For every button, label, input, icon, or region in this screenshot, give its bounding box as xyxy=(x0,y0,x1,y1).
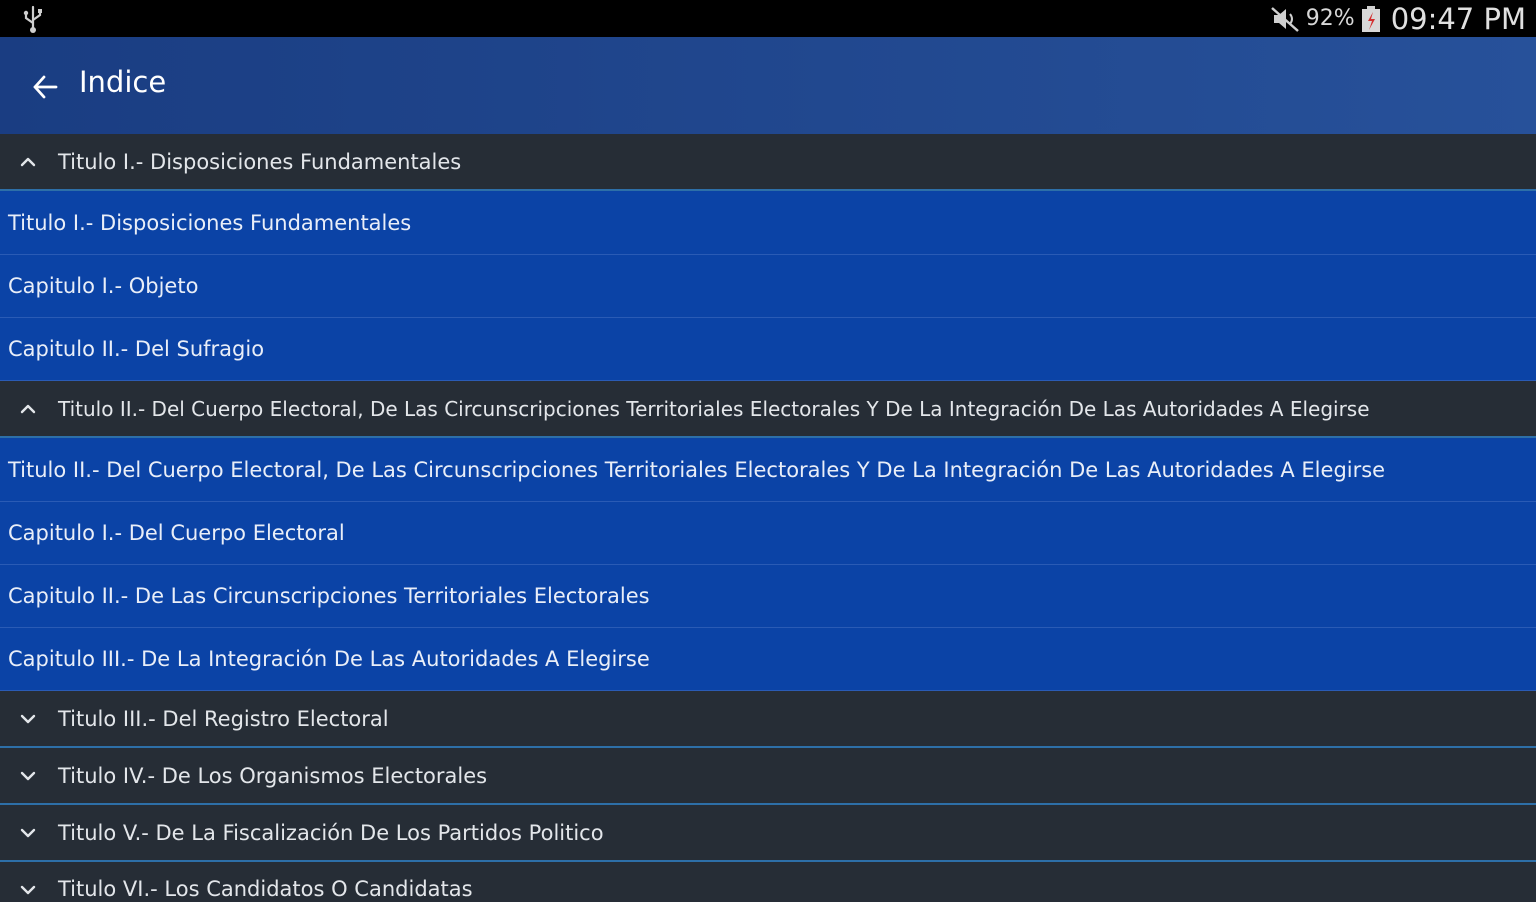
chevron-down-icon xyxy=(20,828,36,838)
chevron-down-icon xyxy=(20,885,36,895)
group-header-label: Titulo V.- De La Fiscalización De Los Pa… xyxy=(58,820,604,845)
list-item[interactable]: Capitulo II.- De Las Circunscripciones T… xyxy=(0,565,1536,628)
group-header-titulo-1[interactable]: Titulo I.- Disposiciones Fundamentales xyxy=(0,134,1536,191)
usb-icon xyxy=(23,5,42,33)
group-header-titulo-6[interactable]: Titulo VI.- Los Candidatos O Candidatas xyxy=(0,862,1536,902)
page-title: Indice xyxy=(79,65,167,99)
chevron-down-icon xyxy=(20,714,36,724)
list-item[interactable]: Capitulo I.- Objeto xyxy=(0,255,1536,318)
status-bar: 92% 09:47 PM xyxy=(0,0,1536,37)
list-item[interactable]: Titulo I.- Disposiciones Fundamentales xyxy=(0,191,1536,255)
status-indicators: 92% 09:47 PM xyxy=(1268,0,1526,37)
group-header-label: Titulo VI.- Los Candidatos O Candidatas xyxy=(58,877,473,901)
battery-percent: 92% xyxy=(1305,6,1355,31)
group-header-titulo-4[interactable]: Titulo IV.- De Los Organismos Electorale… xyxy=(0,748,1536,805)
chevron-up-icon xyxy=(20,157,36,167)
group-header-titulo-2[interactable]: Titulo II.- Del Cuerpo Electoral, De Las… xyxy=(0,381,1536,438)
list-item[interactable]: Capitulo I.- Del Cuerpo Electoral xyxy=(0,502,1536,565)
chevron-up-icon xyxy=(20,404,36,414)
group-header-label: Titulo IV.- De Los Organismos Electorale… xyxy=(58,763,488,788)
chevron-down-icon xyxy=(20,771,36,781)
group-header-label: Titulo I.- Disposiciones Fundamentales xyxy=(58,149,462,174)
battery-icon xyxy=(1361,5,1380,32)
arrow-left-icon[interactable] xyxy=(30,72,60,102)
group-header-label: Titulo III.- Del Registro Electoral xyxy=(58,706,389,731)
group-header-titulo-5[interactable]: Titulo V.- De La Fiscalización De Los Pa… xyxy=(0,805,1536,862)
list-item[interactable]: Titulo II.- Del Cuerpo Electoral, De Las… xyxy=(0,438,1536,502)
list-item[interactable]: Capitulo II.- Del Sufragio xyxy=(0,318,1536,381)
app-bar: Indice xyxy=(0,37,1536,134)
list-item[interactable]: Capitulo III.- De La Integración De Las … xyxy=(0,628,1536,691)
index-list: Titulo I.- Disposiciones Fundamentales T… xyxy=(0,134,1536,902)
group-header-titulo-3[interactable]: Titulo III.- Del Registro Electoral xyxy=(0,691,1536,748)
clock: 09:47 PM xyxy=(1390,1,1526,36)
mute-icon xyxy=(1270,6,1299,32)
group-header-label: Titulo II.- Del Cuerpo Electoral, De Las… xyxy=(58,396,1370,421)
